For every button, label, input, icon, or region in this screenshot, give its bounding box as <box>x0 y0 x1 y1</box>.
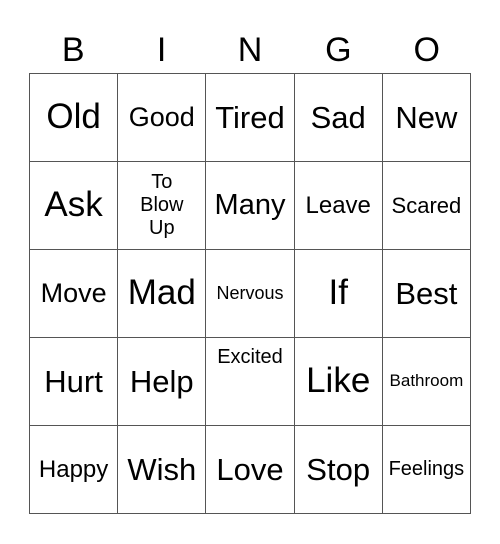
bingo-cell[interactable]: Leave <box>293 161 382 249</box>
bingo-grid: Old Good Tired Sad New Ask To Blow Up Ma… <box>29 73 471 514</box>
bingo-cell[interactable]: Feelings <box>381 425 470 513</box>
bingo-cell[interactable]: New <box>381 73 470 161</box>
bingo-cell[interactable]: Bathroom <box>381 337 470 425</box>
bingo-cell[interactable]: Love <box>205 425 294 513</box>
bingo-cell[interactable]: Sad <box>293 73 382 161</box>
bingo-cell[interactable]: Tired <box>205 73 294 161</box>
bingo-cell[interactable]: Move <box>29 249 118 337</box>
bingo-cell[interactable]: Help <box>117 337 206 425</box>
header-letter-i: I <box>156 31 167 69</box>
bingo-cell[interactable]: Best <box>381 249 470 337</box>
header-letter-n: N <box>237 31 263 69</box>
header-letter-b: B <box>61 31 85 69</box>
bingo-cell[interactable]: Old <box>29 73 118 161</box>
bingo-cell[interactable]: Nervous <box>205 249 294 337</box>
bingo-cell[interactable]: Stop <box>293 425 382 513</box>
bingo-cell[interactable]: If <box>293 249 382 337</box>
bingo-cell[interactable]: To Blow Up <box>117 161 206 249</box>
bingo-cell[interactable]: Mad <box>117 249 206 337</box>
bingo-cell[interactable]: Ask <box>29 161 118 249</box>
bingo-cell[interactable]: Like <box>293 337 382 425</box>
bingo-cell[interactable]: Many <box>205 161 294 249</box>
bingo-cell[interactable]: Excited <box>205 337 294 425</box>
header-letter-o: O <box>413 31 440 69</box>
bingo-cell[interactable]: Hurt <box>29 337 118 425</box>
bingo-cell[interactable]: Happy <box>29 425 118 513</box>
bingo-cell[interactable]: Good <box>117 73 206 161</box>
bingo-cell[interactable]: Scared <box>381 161 470 249</box>
bingo-header: B I N G O <box>29 28 471 72</box>
bingo-cell[interactable]: Wish <box>117 425 206 513</box>
header-letter-g: G <box>325 31 352 69</box>
